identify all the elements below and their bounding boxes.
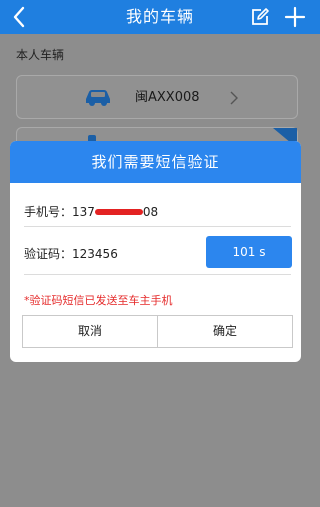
vehicle-card[interactable]: 闽AXX008 xyxy=(16,75,298,119)
resend-countdown-button[interactable]: 101 s xyxy=(206,236,292,268)
edit-icon[interactable] xyxy=(248,5,272,29)
code-row: 验证码：123456 xyxy=(24,245,118,262)
divider xyxy=(24,274,291,275)
phone-redaction-mark xyxy=(94,208,143,215)
code-value[interactable]: 123456 xyxy=(72,247,118,261)
phone-row: 手机号：137 08 xyxy=(24,203,158,220)
cancel-button[interactable]: 取消 xyxy=(22,315,158,348)
sms-sent-hint: *验证码短信已发送至车主手机 xyxy=(24,294,173,307)
app-header: 我的车辆 xyxy=(0,0,320,34)
dialog-title: 我们需要短信验证 xyxy=(10,141,301,183)
car-icon xyxy=(83,87,113,111)
phone-label: 手机号： xyxy=(24,205,73,219)
sms-verify-dialog: 我们需要短信验证 手机号：137 08 验证码：123456 101 s *验证码… xyxy=(10,141,301,362)
confirm-button[interactable]: 确定 xyxy=(157,315,293,348)
chevron-right-icon xyxy=(229,90,239,110)
vehicle-plate: 闽AXX008 xyxy=(135,90,200,105)
divider xyxy=(24,226,291,227)
page-title: 我的车辆 xyxy=(125,7,194,26)
code-label: 验证码： xyxy=(24,247,73,261)
section-label: 本人车辆 xyxy=(16,48,65,62)
phone-suffix: 08 xyxy=(142,205,159,219)
phone-prefix: 137 xyxy=(72,205,95,219)
add-icon[interactable] xyxy=(281,3,309,31)
